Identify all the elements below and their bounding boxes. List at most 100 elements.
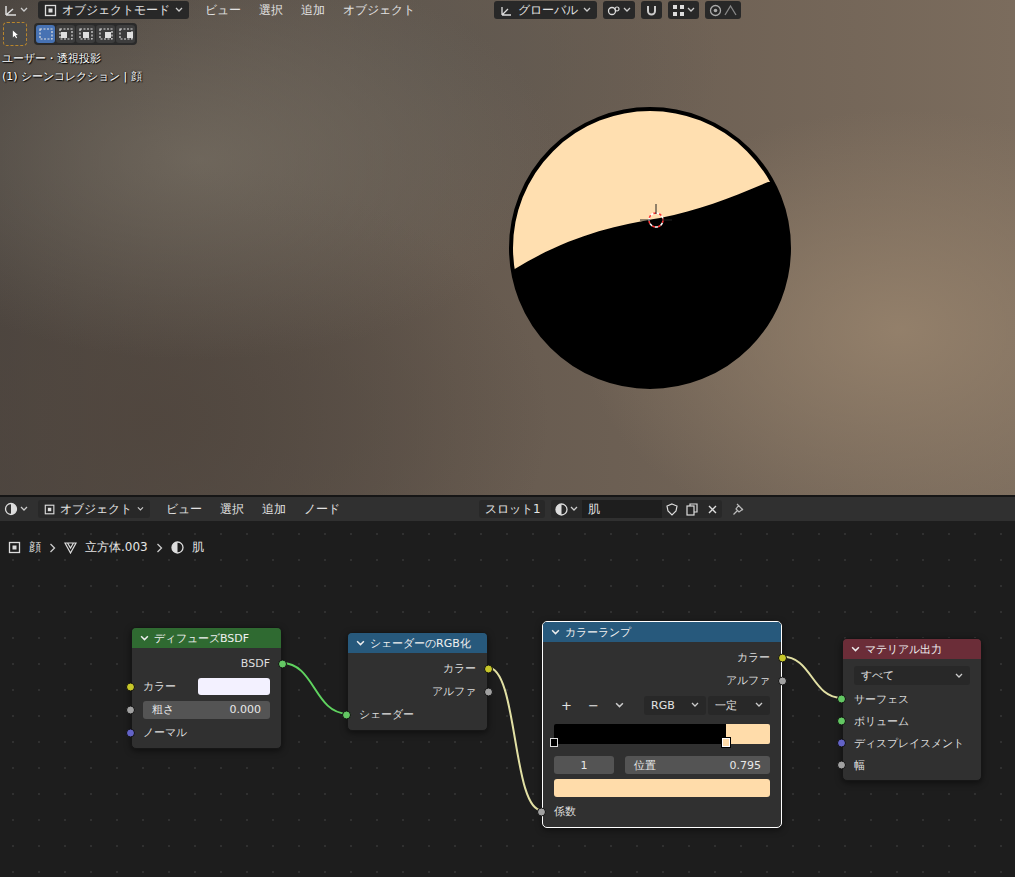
viewport[interactable]: オブジェクトモードビュー選択追加オブジェクト グローバルユーザー・透視投影(1) …: [0, 0, 1015, 495]
menu-item[interactable]: 選択: [212, 501, 252, 518]
output-socket[interactable]: [484, 687, 493, 696]
viewport-info: ユーザー・透視投影(1) シーンコレクション | 顔: [0, 45, 1015, 86]
input-row: サーフェス: [843, 688, 981, 710]
shader-node[interactable]: ディフューズBSDFBSDFカラー粗さ0.000ノーマル: [131, 627, 282, 749]
axes-icon: [4, 3, 18, 17]
stop-index-field[interactable]: 1: [554, 756, 614, 774]
input-socket[interactable]: [837, 761, 846, 770]
ramp-menu-button[interactable]: [608, 701, 631, 710]
selection-mode-button[interactable]: [36, 25, 55, 43]
color-ramp-bar[interactable]: [554, 724, 770, 744]
stop-position-field[interactable]: 位置0.795: [625, 756, 770, 774]
material-browse-button[interactable]: [551, 500, 582, 518]
editor-type-button[interactable]: [0, 1, 32, 19]
shader-node[interactable]: カラーランプカラーアルファ+−RGB一定1位置0.795係数: [542, 621, 782, 828]
menu-item[interactable]: 追加: [254, 501, 294, 518]
stop-fields-row: 1 位置0.795: [543, 754, 781, 776]
select-tool-button[interactable]: [4, 23, 26, 45]
snap-target-dropdown[interactable]: [668, 1, 699, 19]
output-row: アルファ: [543, 669, 781, 692]
breadcrumb: 顔 立方体.003 肌: [8, 539, 204, 556]
node-link[interactable]: [282, 663, 347, 714]
node-header[interactable]: カラーランプ: [543, 622, 781, 642]
node-header[interactable]: シェーダーのRGB化: [348, 633, 487, 653]
selection-mode-button[interactable]: [116, 25, 135, 43]
input-row: シェーダー: [348, 703, 487, 726]
fake-user-button[interactable]: [662, 500, 682, 518]
output-socket[interactable]: [278, 659, 287, 668]
input-socket[interactable]: [126, 682, 135, 691]
viewport-info-text: ユーザー・透視投影: [2, 50, 1015, 68]
shader-node[interactable]: マテリアル出力すべてサーフェスボリュームディスプレイスメント幅: [842, 638, 982, 781]
sphere-object[interactable]: [0, 0, 1015, 495]
input-socket[interactable]: [126, 728, 135, 737]
material-name-field[interactable]: 肌: [582, 500, 662, 518]
input-socket[interactable]: [537, 807, 546, 816]
input-socket[interactable]: [837, 739, 846, 748]
collapse-chevron-icon[interactable]: [851, 645, 860, 654]
breadcrumb-item[interactable]: 肌: [171, 539, 204, 556]
shader-type-dropdown[interactable]: オブジェクト: [38, 500, 150, 518]
shader-node[interactable]: シェーダーのRGB化カラーアルファシェーダー: [347, 632, 488, 731]
menu-item[interactable]: 追加: [293, 2, 333, 19]
node-header[interactable]: マテリアル出力: [843, 639, 981, 659]
mode-dropdown[interactable]: オブジェクトモード: [38, 1, 189, 19]
ramp-stop-button[interactable]: −: [581, 698, 606, 713]
shader-editor-icon: [4, 502, 18, 516]
selection-mode-group: [34, 23, 137, 45]
socket-label: カラー: [143, 679, 176, 694]
object-icon: [8, 541, 21, 554]
breadcrumb-separator-icon: [156, 543, 163, 553]
slot-dropdown[interactable]: スロット1: [479, 500, 545, 518]
collapse-chevron-icon[interactable]: [356, 639, 365, 648]
color-mode-dropdown[interactable]: RGB: [644, 696, 706, 715]
unlink-material-button[interactable]: [702, 500, 722, 518]
menu-item[interactable]: ビュー: [158, 501, 210, 518]
menu-item[interactable]: ビュー: [197, 2, 249, 19]
input-socket[interactable]: [342, 710, 351, 719]
selection-mode-button[interactable]: [76, 25, 95, 43]
proportional-edit-toggle[interactable]: [705, 1, 741, 19]
input-socket[interactable]: [126, 705, 135, 714]
selection-mode-button[interactable]: [96, 25, 115, 43]
color-field[interactable]: [198, 678, 270, 695]
pin-button[interactable]: [728, 500, 749, 518]
input-socket[interactable]: [837, 717, 846, 726]
output-socket[interactable]: [484, 664, 493, 673]
menu-item[interactable]: ノード: [296, 501, 348, 518]
3d-cursor-icon[interactable]: [640, 204, 672, 227]
transform-orientation-icon: [500, 4, 513, 17]
duplicate-material-button[interactable]: [682, 500, 702, 518]
ramp-stop-marker[interactable]: [722, 738, 730, 747]
node-canvas[interactable]: 顔立方体.003肌ディフューズBSDFBSDFカラー粗さ0.000ノーマルシェー…: [0, 521, 1015, 877]
select-box-icon: [59, 28, 73, 40]
output-socket[interactable]: [778, 676, 787, 685]
output-socket[interactable]: [778, 653, 787, 662]
ramp-stop-marker[interactable]: [550, 738, 558, 747]
pivot-dropdown[interactable]: [603, 1, 635, 19]
node-header[interactable]: ディフューズBSDF: [132, 628, 281, 648]
stop-color-field[interactable]: [554, 779, 770, 797]
menu-item[interactable]: オブジェクト: [335, 2, 423, 19]
menu-item[interactable]: 選択: [251, 2, 291, 19]
editor-type-button[interactable]: [0, 500, 32, 518]
breadcrumb-item[interactable]: 顔: [8, 539, 41, 556]
breadcrumb-item[interactable]: 立方体.003: [64, 539, 148, 556]
target-dropdown[interactable]: すべて: [854, 666, 970, 685]
node-link[interactable]: [782, 657, 842, 699]
input-socket[interactable]: [837, 695, 846, 704]
collapse-chevron-icon[interactable]: [551, 628, 560, 637]
snap-toggle[interactable]: [641, 1, 662, 19]
collapse-chevron-icon[interactable]: [140, 634, 149, 643]
orientation-dropdown[interactable]: グローバル: [494, 1, 597, 19]
falloff-icon: [724, 4, 737, 17]
chevron-icon: [20, 6, 28, 14]
viewport-header: オブジェクトモードビュー選択追加オブジェクト グローバル: [0, 0, 1015, 20]
number-field[interactable]: 粗さ0.000: [143, 701, 270, 719]
ramp-stop-button[interactable]: +: [554, 698, 579, 713]
selection-mode-button[interactable]: [56, 25, 75, 43]
node-link[interactable]: [488, 668, 542, 811]
socket-label: アルファ: [432, 684, 476, 699]
magnet-icon: [645, 4, 658, 17]
interpolation-dropdown[interactable]: 一定: [708, 696, 770, 715]
